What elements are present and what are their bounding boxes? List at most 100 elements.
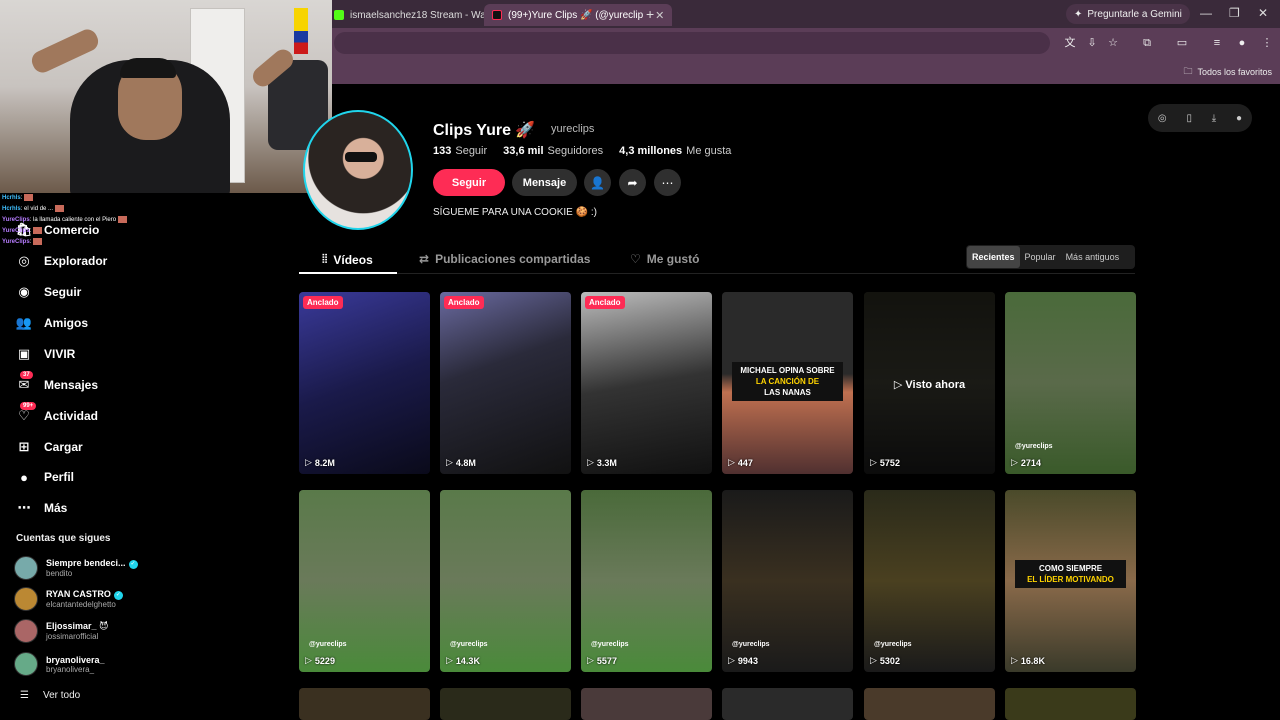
install-icon[interactable]: ⇩ xyxy=(1085,36,1099,50)
bookmark-star-icon[interactable]: ☆ xyxy=(1106,36,1120,50)
sidebar-item-más[interactable]: ⋯ Más xyxy=(16,496,68,520)
video-card[interactable]: MICHAEL OPINA SOBRE LA CANCIÓN DE LAS NANA… xyxy=(722,292,853,474)
video-card[interactable]: ▷ Visto ahora ▷ 5752 xyxy=(864,292,995,474)
video-card[interactable]: @yureclips ▷ 9943 xyxy=(722,490,853,672)
live-icon: ▣ xyxy=(17,346,31,361)
sort-popular[interactable]: Popular xyxy=(1020,246,1061,268)
chat-message: YureClips: xyxy=(2,226,162,237)
watermark: @yureclips xyxy=(450,641,488,648)
sidebar-item-seguir[interactable]: ◉ Seguir xyxy=(16,280,81,304)
account-name: RYAN CASTRO xyxy=(46,589,111,600)
pinned-badge: Anclado xyxy=(444,296,484,309)
followed-account[interactable]: bryanolivera_ bryanolivera_ xyxy=(14,652,105,676)
profile-handle: yureclips xyxy=(551,123,595,135)
video-card[interactable]: Anclado ▷ 8.2M xyxy=(299,292,430,474)
view-count: ▷ 5577 xyxy=(587,655,617,666)
tiktok-icon xyxy=(492,10,502,20)
chat-text: : la llamada caliente con el Piero xyxy=(29,217,117,223)
sidebar-item-perfil[interactable]: ● Perfil xyxy=(16,465,74,489)
friends-icon: 👥 xyxy=(15,315,33,330)
chat-message: YureClips: xyxy=(2,237,162,248)
all-bookmarks[interactable]: 🗀 Todos los favoritos xyxy=(1183,64,1272,80)
follow-button[interactable]: Seguir xyxy=(433,169,505,196)
video-card[interactable]: @yureclips ▷ 14.3K xyxy=(440,490,571,672)
message-button[interactable]: Mensaje xyxy=(512,169,577,196)
minimize-icon[interactable]: — xyxy=(1200,6,1212,20)
following-stat[interactable]: 133 Seguir xyxy=(433,145,487,157)
download-icon[interactable]: ⤓ xyxy=(1212,113,1216,124)
more-options-icon[interactable]: ⋯ xyxy=(654,169,681,196)
user-tool-icon[interactable]: ● xyxy=(1236,113,1242,124)
video-caption: MICHAEL OPINA SOBRE LA CANCIÓN DE LAS NANA… xyxy=(732,362,843,401)
repost-icon: ⇄ xyxy=(419,252,430,266)
video-card[interactable]: Anclado ▷ 3.3M xyxy=(581,292,712,474)
play-icon: ▷ xyxy=(728,655,735,665)
maximize-icon[interactable]: ❐ xyxy=(1229,6,1240,20)
sidebar-item-label: Mensajes xyxy=(44,378,99,392)
sidebar-item-amigos[interactable]: 👥 Amigos xyxy=(16,311,88,335)
video-card[interactable] xyxy=(581,688,712,720)
account-handle: jossimarofficial xyxy=(46,632,99,641)
view-count: ▷ 9943 xyxy=(728,655,758,666)
sidebar-item-cargar[interactable]: ⊞ Cargar xyxy=(16,435,83,459)
media-icon[interactable]: ≡ xyxy=(1210,36,1224,50)
device-icon[interactable]: ▯ xyxy=(1186,113,1192,124)
browser-tab-tiktok[interactable]: (99+)Yure Clips 🚀 (@yureclip ✕ xyxy=(484,4,673,26)
followed-account[interactable]: RYAN CASTRO ✓ elcantantedelghetto xyxy=(14,587,123,611)
see-all-button[interactable]: ☰ Ver todo xyxy=(20,690,80,701)
notification-badge: 37 xyxy=(20,371,33,379)
video-card[interactable]: @yureclips ▷ 5577 xyxy=(581,490,712,672)
menu-icon[interactable]: ⋮ xyxy=(1260,36,1274,50)
play-icon: ▷ xyxy=(446,457,453,467)
account-handle: elcantantedelghetto xyxy=(46,599,116,609)
new-tab-icon[interactable]: + xyxy=(646,6,654,22)
view-count: ▷ 447 xyxy=(728,457,753,468)
tab-reposts[interactable]: ⇄ Publicaciones compartidas xyxy=(419,252,590,266)
sidebar-item-explorador[interactable]: ◎ Explorador xyxy=(16,249,107,273)
video-card[interactable] xyxy=(299,688,430,720)
compass-tool-icon[interactable]: ◎ xyxy=(1158,113,1167,124)
profile-avatar-icon[interactable]: ● xyxy=(1235,36,1249,50)
sidebar-item-mensajes[interactable]: ✉ 37 Mensajes xyxy=(16,371,99,397)
followers-stat[interactable]: 33,6 mil Seguidores xyxy=(503,145,603,157)
account-handle: bendito xyxy=(46,568,73,578)
sidepanel-icon[interactable]: ▭ xyxy=(1175,36,1189,50)
sidebar-item-label: Cargar xyxy=(44,440,83,454)
share-icon[interactable]: ➦ xyxy=(619,169,646,196)
play-icon: ▷ xyxy=(1011,457,1018,467)
sidebar-item-actividad[interactable]: ♡ 99+ Actividad xyxy=(16,402,98,428)
followed-account[interactable]: Siempre bendeci... ✓ bendito xyxy=(14,556,138,580)
gemini-button[interactable]: ✦ Preguntarle a Gemini xyxy=(1066,4,1190,24)
tab-videos[interactable]: ⦙⦙ Vídeos xyxy=(322,252,373,267)
play-icon: ▷ xyxy=(1011,655,1018,665)
folder-icon: 🗀 xyxy=(1183,66,1193,76)
sort-recent[interactable]: Recientes xyxy=(967,246,1020,268)
followed-account[interactable]: Eljossimar_ 😈 jossimarofficial xyxy=(14,619,108,643)
watermark: @yureclips xyxy=(1015,443,1053,450)
video-card[interactable] xyxy=(1005,688,1136,720)
tab-liked[interactable]: ♡ Me gustó xyxy=(630,252,699,266)
video-card[interactable]: Anclado ▷ 4.8M xyxy=(440,292,571,474)
video-card[interactable]: @yureclips ▷ 2714 xyxy=(1005,292,1136,474)
close-icon[interactable]: ✕ xyxy=(655,9,664,22)
video-card[interactable] xyxy=(864,688,995,720)
verified-icon: ✓ xyxy=(113,590,123,600)
sort-oldest[interactable]: Más antiguos xyxy=(1061,246,1125,268)
grid-icon: ⦙⦙ xyxy=(322,252,328,266)
view-count: ▷ 5752 xyxy=(870,457,900,468)
extensions-icon[interactable]: ⧉ xyxy=(1140,36,1154,50)
webcam-arm xyxy=(28,26,102,76)
play-icon: ▷ xyxy=(870,457,877,467)
sidebar-item-label: Seguir xyxy=(44,285,82,299)
video-card[interactable]: COMO SIEMPRE EL LÍDER MOTIVANDO ▷ 16.8K xyxy=(1005,490,1136,672)
video-card[interactable]: @yureclips ▷ 5229 xyxy=(299,490,430,672)
video-card[interactable] xyxy=(722,688,853,720)
add-friend-icon[interactable]: 👤 xyxy=(584,169,611,196)
chat-user: YureClips xyxy=(2,239,30,245)
sidebar-item-vivir[interactable]: ▣ VIVIR xyxy=(16,342,76,366)
video-card[interactable]: @yureclips ▷ 5302 xyxy=(864,490,995,672)
video-card[interactable] xyxy=(440,688,571,720)
omnibox[interactable] xyxy=(334,32,1050,54)
translate-icon[interactable]: 文 xyxy=(1063,36,1077,50)
window-close-icon[interactable]: ✕ xyxy=(1258,6,1268,20)
